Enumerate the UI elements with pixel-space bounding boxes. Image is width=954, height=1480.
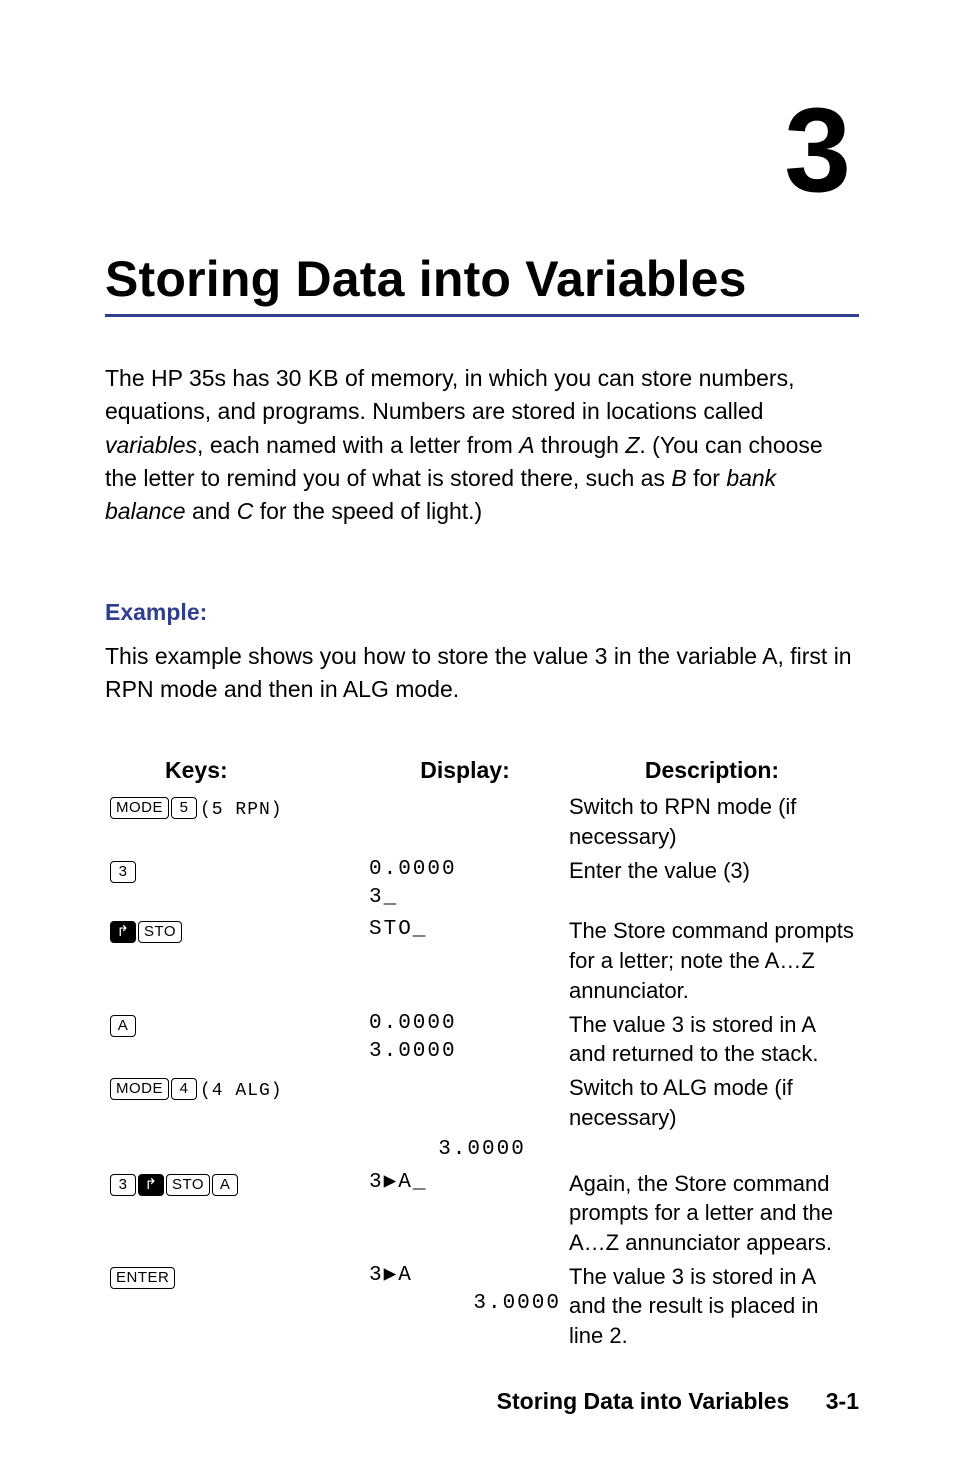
footer-page: 3-1 [826,1388,859,1414]
header-description: Description: [565,756,859,790]
table-row: 3.0000 [105,1134,859,1166]
key-mode: MODE [110,797,169,819]
key-4: 4 [171,1078,197,1100]
page-footer: Storing Data into Variables 3-1 [497,1388,859,1415]
key-sto: STO [166,1174,210,1196]
desc-cell: Enter the value (3) [565,854,859,915]
desc-cell: The value 3 is stored in A and the resul… [565,1260,859,1353]
key-enter: ENTER [110,1267,175,1289]
intro-italic: A [519,432,534,458]
display-line: 0.0000 [369,1010,561,1038]
intro-italic: C [237,498,254,524]
intro-text: The HP 35s has 30 KB of memory, in which… [105,365,794,424]
table-header-row: Keys: Display: Description: [105,756,859,790]
intro-italic: B [671,465,686,491]
keys-cell: 3 [105,854,365,915]
table-row: ENTER 3▶A 3.0000 The value 3 is stored i… [105,1260,859,1353]
key-shift: ↱ [110,921,136,943]
display-line: 3.0000 [369,1290,561,1318]
keys-cell: MODE4(4 ALG) [105,1071,365,1134]
intro-text: for [687,465,727,491]
desc-cell: Switch to ALG mode (if necessary) [565,1071,859,1134]
header-display: Display: [365,756,565,790]
table-row: 3↱STOA 3▶A_ Again, the Store command pro… [105,1167,859,1260]
key-3: 3 [110,1174,136,1196]
key-5: 5 [171,797,197,819]
display-center: 3.0000 [105,1134,859,1166]
keys-cell: ENTER [105,1260,365,1353]
display-cell: 0.0000 3_ [365,854,565,915]
key-3: 3 [110,861,136,883]
page-title: Storing Data into Variables [105,250,859,308]
key-mode: MODE [110,1078,169,1100]
chapter-number: 3 [105,90,851,210]
table-row: MODE5(5 RPN) Switch to RPN mode (if nece… [105,790,859,853]
title-rule [105,314,859,317]
intro-paragraph: The HP 35s has 30 KB of memory, in which… [105,362,859,529]
desc-cell: Again, the Store command prompts for a l… [565,1167,859,1260]
footer-title: Storing Data into Variables [497,1388,790,1414]
steps-table: Keys: Display: Description: MODE5(5 RPN)… [105,756,859,1352]
table-row: 3 0.0000 3_ Enter the value (3) [105,854,859,915]
display-line: 3▶A [369,1262,561,1290]
key-shift: ↱ [138,1174,164,1196]
key-suffix: (5 RPN) [200,800,283,820]
keys-cell: MODE5(5 RPN) [105,790,365,853]
example-text: This example shows you how to store the … [105,640,859,707]
intro-text: and [186,498,237,524]
display-line: 3.0000 [369,1038,561,1066]
display-cell: 3▶A 3.0000 [365,1260,565,1353]
desc-cell: The Store command prompts for a letter; … [565,914,859,1007]
key-a: A [212,1174,238,1196]
example-heading: Example: [105,599,859,626]
display-line: STO_ [369,916,561,944]
key-sto: STO [138,921,182,943]
display-cell [365,790,565,853]
display-cell: STO_ [365,914,565,1007]
intro-italic: variables [105,432,197,458]
header-keys: Keys: [105,756,365,790]
intro-text: through [535,432,626,458]
intro-text: , each named with a letter from [197,432,519,458]
table-row: MODE4(4 ALG) Switch to ALG mode (if nece… [105,1071,859,1134]
display-line: 3_ [369,884,561,912]
keys-cell: ↱STO [105,914,365,1007]
display-line: 0.0000 [369,856,561,884]
desc-cell: The value 3 is stored in A and returned … [565,1008,859,1071]
key-suffix: (4 ALG) [200,1081,283,1101]
table-row: ↱STO STO_ The Store command prompts for … [105,914,859,1007]
desc-cell: Switch to RPN mode (if necessary) [565,790,859,853]
display-cell [365,1071,565,1134]
keys-cell: 3↱STOA [105,1167,365,1260]
key-a: A [110,1015,136,1037]
intro-text: for the speed of light.) [253,498,482,524]
display-cell: 3▶A_ [365,1167,565,1260]
table-row: A 0.0000 3.0000 The value 3 is stored in… [105,1008,859,1071]
intro-italic: Z [625,432,639,458]
page: 3 Storing Data into Variables The HP 35s… [0,0,954,1480]
display-cell: 0.0000 3.0000 [365,1008,565,1071]
keys-cell: A [105,1008,365,1071]
